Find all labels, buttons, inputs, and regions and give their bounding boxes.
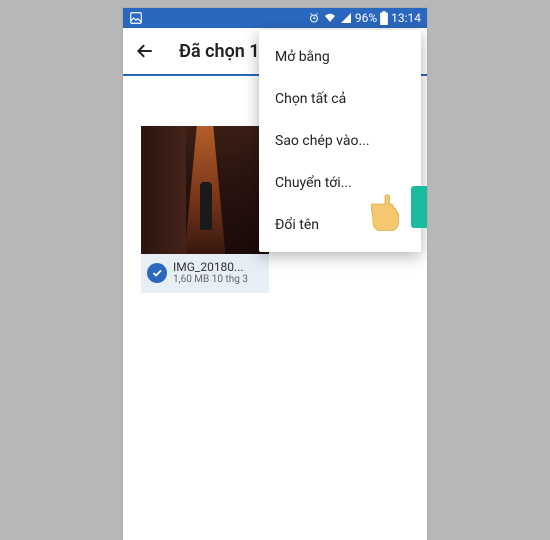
wifi-icon: [323, 12, 337, 24]
page-title: Đã chọn 1: [179, 41, 260, 62]
back-arrow-icon[interactable]: [135, 41, 155, 61]
thumbnail-filename: IMG_20180...: [173, 260, 248, 274]
selected-check-icon[interactable]: [147, 263, 167, 283]
battery-percent: 96%: [355, 11, 377, 25]
image-thumbnail[interactable]: IMG_20180... 1,60 MB 10 thg 3: [141, 126, 269, 293]
menu-item-open-with[interactable]: Mở bằng: [259, 36, 421, 78]
clock-time: 13:14: [391, 11, 421, 25]
status-bar: 96% 13:14: [123, 8, 427, 28]
signal-icon: [340, 12, 352, 24]
thumbnail-info: IMG_20180... 1,60 MB 10 thg 3: [141, 254, 269, 293]
picture-icon: [129, 11, 143, 25]
pointer-hand-annotation: [367, 183, 427, 231]
phone-frame: 96% 13:14 Đã chọn 1 IMG_20180...: [123, 8, 427, 540]
alarm-icon: [308, 12, 320, 24]
menu-item-select-all[interactable]: Chọn tất cả: [259, 78, 421, 120]
thumbnail-image: [141, 126, 269, 254]
battery-icon: [380, 11, 388, 25]
thumbnail-meta: 1,60 MB 10 thg 3: [173, 274, 248, 285]
menu-item-copy-to[interactable]: Sao chép vào...: [259, 120, 421, 162]
